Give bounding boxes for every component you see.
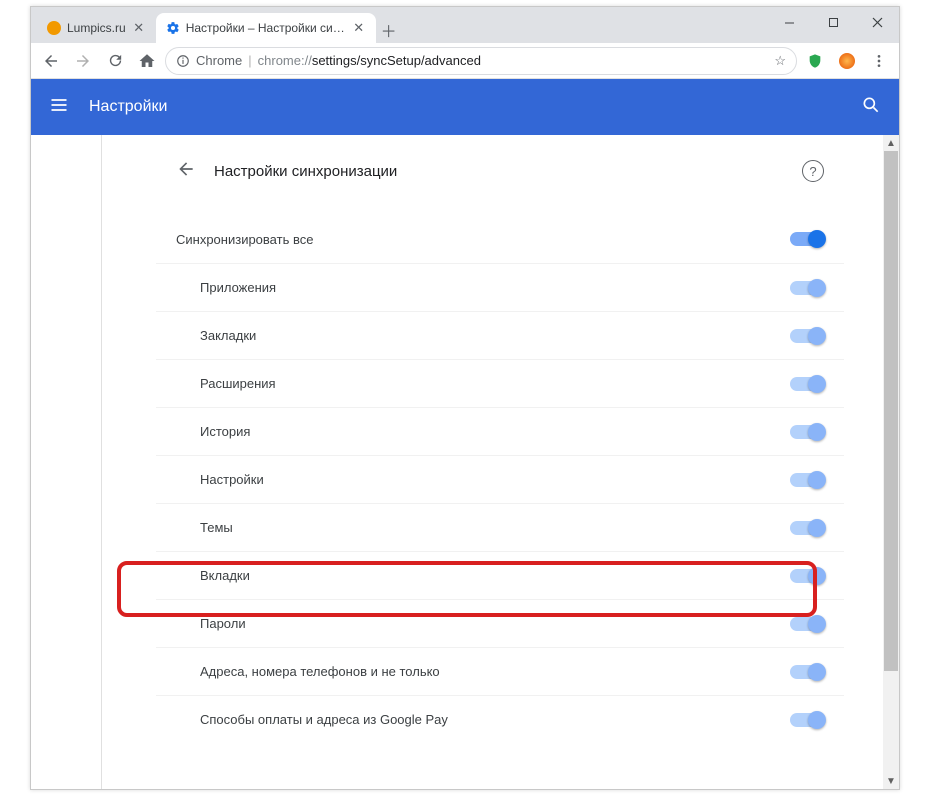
new-tab-button[interactable]: ＋	[376, 17, 402, 43]
info-icon	[176, 54, 190, 68]
forward-button[interactable]	[69, 47, 97, 75]
sync-row-toggle[interactable]	[790, 521, 824, 535]
home-button[interactable]	[133, 47, 161, 75]
sync-row-toggle[interactable]	[790, 281, 824, 295]
browser-toolbar: Chrome | chrome://settings/syncSetup/adv…	[31, 43, 899, 79]
reload-button[interactable]	[101, 47, 129, 75]
titlebar: Lumpics.ru ✕ Настройки – Настройки синхр…	[31, 7, 899, 43]
tabs-strip: Lumpics.ru ✕ Настройки – Настройки синхр…	[31, 7, 767, 43]
scroll-down-arrow[interactable]: ▼	[883, 773, 899, 789]
sync-row-label: Способы оплаты и адреса из Google Pay	[200, 712, 790, 727]
search-icon[interactable]	[861, 95, 881, 120]
minimize-button[interactable]	[767, 7, 811, 37]
tab-title: Lumpics.ru	[67, 21, 126, 35]
settings-header: Настройки	[31, 79, 899, 135]
sync-row-label: Закладки	[200, 328, 790, 343]
settings-title: Настройки	[89, 98, 167, 116]
sync-row: Приложения	[156, 263, 844, 311]
sync-row: История	[156, 407, 844, 455]
sync-row: Закладки	[156, 311, 844, 359]
sync-row-label: Темы	[200, 520, 790, 535]
tab-title: Настройки – Настройки синхро	[186, 21, 346, 35]
secure-chip-label: Chrome	[196, 53, 242, 68]
sync-row-toggle[interactable]	[790, 473, 824, 487]
back-button[interactable]	[37, 47, 65, 75]
sync-all-row: Синхронизировать все	[156, 215, 844, 263]
tab-settings[interactable]: Настройки – Настройки синхро ✕	[156, 13, 376, 43]
settings-card: Настройки синхронизации ? Синхронизирова…	[156, 135, 844, 789]
sync-row-label: Приложения	[200, 280, 790, 295]
close-tab-icon[interactable]: ✕	[132, 21, 146, 35]
sync-all-label: Синхронизировать все	[176, 232, 790, 247]
sync-row: Пароли	[156, 599, 844, 647]
sync-row-toggle[interactable]	[790, 377, 824, 391]
extension-orange-icon[interactable]	[833, 47, 861, 75]
sync-row-toggle[interactable]	[790, 569, 824, 583]
bookmark-star-icon[interactable]: ☆	[774, 53, 786, 69]
content-area: Настройки синхронизации ? Синхронизирова…	[31, 135, 899, 789]
sync-row-toggle[interactable]	[790, 713, 824, 727]
address-bar[interactable]: Chrome | chrome://settings/syncSetup/adv…	[165, 47, 797, 75]
hamburger-menu-icon[interactable]	[49, 95, 69, 120]
sync-row-label: История	[200, 424, 790, 439]
sync-row: Расширения	[156, 359, 844, 407]
sync-row-toggle[interactable]	[790, 425, 824, 439]
close-window-button[interactable]	[855, 7, 899, 37]
sync-row-label: Адреса, номера телефонов и не только	[200, 664, 790, 679]
sync-all-toggle[interactable]	[790, 232, 824, 246]
favicon-settings	[166, 21, 180, 35]
close-tab-icon[interactable]: ✕	[352, 21, 366, 35]
sync-row-label: Настройки	[200, 472, 790, 487]
sync-row: Настройки	[156, 455, 844, 503]
url-text: chrome://settings/syncSetup/advanced	[258, 53, 481, 68]
scrollbar-thumb[interactable]	[884, 151, 898, 671]
sync-row: Вкладки	[156, 551, 844, 599]
sync-row-toggle[interactable]	[790, 617, 824, 631]
section-heading: Настройки синхронизации	[214, 163, 784, 180]
window-frame: Lumpics.ru ✕ Настройки – Настройки синхр…	[30, 6, 900, 790]
sync-row-label: Вкладки	[200, 568, 790, 583]
sync-row-label: Пароли	[200, 616, 790, 631]
maximize-button[interactable]	[811, 7, 855, 37]
sync-row-toggle[interactable]	[790, 665, 824, 679]
window-controls	[767, 7, 899, 43]
favicon-lumpics	[47, 21, 61, 35]
kebab-menu-icon[interactable]	[865, 47, 893, 75]
help-icon[interactable]: ?	[802, 160, 824, 182]
sync-row: Способы оплаты и адреса из Google Pay	[156, 695, 844, 743]
sync-row-toggle[interactable]	[790, 329, 824, 343]
sidebar-divider	[101, 135, 102, 789]
sync-row: Адреса, номера телефонов и не только	[156, 647, 844, 695]
section-header: Настройки синхронизации ?	[156, 143, 844, 199]
tab-lumpics[interactable]: Lumpics.ru ✕	[37, 13, 156, 43]
sync-row-label: Расширения	[200, 376, 790, 391]
back-arrow-icon[interactable]	[176, 159, 196, 184]
scroll-up-arrow[interactable]: ▲	[883, 135, 899, 151]
scrollbar[interactable]: ▲ ▼	[883, 135, 899, 789]
extension-shield-icon[interactable]	[801, 47, 829, 75]
sync-row: Темы	[156, 503, 844, 551]
